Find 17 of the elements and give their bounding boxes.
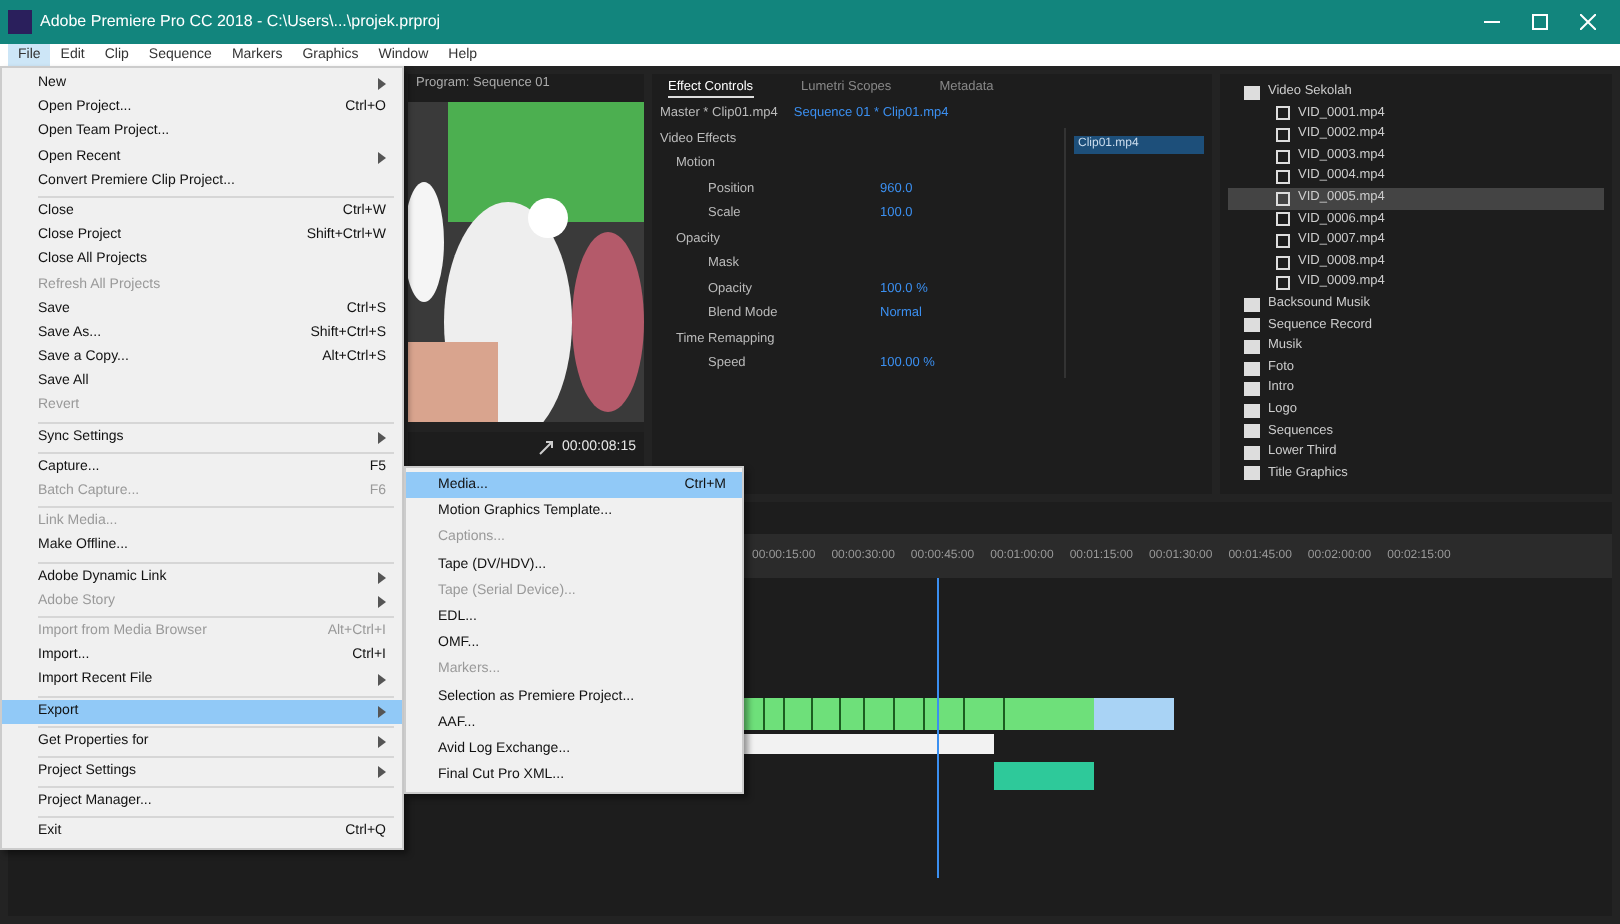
maximize-icon[interactable] bbox=[1532, 14, 1548, 30]
graphic-clip[interactable] bbox=[744, 734, 994, 754]
video-clip[interactable] bbox=[1094, 698, 1174, 730]
app-logo-icon bbox=[8, 10, 32, 34]
submenu-arrow-icon bbox=[378, 735, 386, 748]
submenu-arrow-icon bbox=[378, 431, 386, 444]
title-clip[interactable] bbox=[994, 762, 1094, 790]
folder-icon bbox=[1244, 85, 1260, 100]
submenu-arrow-icon bbox=[378, 674, 386, 687]
close-icon[interactable] bbox=[1580, 14, 1596, 30]
wrench-icon[interactable] bbox=[538, 440, 555, 456]
submenu-arrow-icon bbox=[378, 151, 386, 164]
audio-clip[interactable] bbox=[744, 697, 1094, 731]
submenu-arrow-icon bbox=[378, 705, 386, 718]
submenu-arrow-icon bbox=[378, 765, 386, 778]
window-title: Adobe Premiere Pro CC 2018 - C:\Users\...\projek.prproj bbox=[40, 10, 443, 34]
submenu-arrow-icon bbox=[378, 78, 386, 91]
